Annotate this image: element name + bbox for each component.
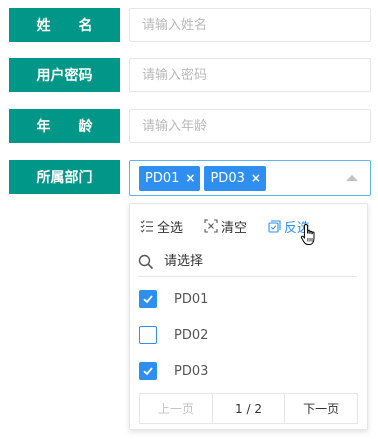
option-label: PD03 — [174, 363, 209, 379]
age-input[interactable] — [129, 109, 371, 143]
tag-label: PD01 — [145, 170, 180, 186]
list-item[interactable]: PD02 — [139, 325, 208, 345]
department-select[interactable]: PD01 × PD03 × — [129, 160, 371, 196]
department-label: 所属部门 — [9, 160, 120, 194]
clear-label: 清空 — [221, 220, 248, 236]
option-label: PD01 — [174, 291, 209, 307]
selected-tag: PD03 × — [204, 165, 266, 191]
age-label-char-2: 龄 — [78, 119, 93, 135]
caret-up-icon[interactable] — [346, 175, 358, 181]
checkbox[interactable] — [139, 290, 157, 308]
name-input[interactable] — [129, 8, 371, 42]
prev-page-button[interactable]: 上一页 — [140, 394, 213, 423]
checkmark-icon — [143, 367, 153, 376]
checkbox[interactable] — [139, 326, 157, 344]
pagination: 上一页 1 / 2 下一页 — [139, 393, 358, 424]
hand-pointer-icon — [300, 223, 315, 245]
age-label-char-1: 年 — [36, 119, 51, 135]
option-label: PD02 — [174, 327, 209, 343]
select-all-label: 全选 — [157, 220, 184, 236]
name-label-char-2: 名 — [78, 18, 93, 34]
password-label: 用户密码 — [9, 58, 120, 92]
selected-tag: PD01 × — [139, 165, 201, 191]
tag-remove-icon[interactable]: × — [185, 171, 195, 185]
checkmark-icon — [143, 295, 153, 304]
dropdown-toolbar: 全选 清空 反选 — [130, 216, 367, 236]
dropdown-search — [138, 247, 357, 277]
list-item[interactable]: PD03 — [139, 361, 208, 381]
select-all-button[interactable]: 全选 — [140, 216, 183, 236]
name-label: 姓 名 — [9, 8, 120, 42]
checklist-icon — [140, 220, 153, 233]
name-label-char-1: 姓 — [36, 18, 51, 34]
tag-label: PD03 — [210, 170, 245, 186]
clear-button[interactable]: 清空 — [204, 216, 247, 236]
inverse-icon — [268, 219, 281, 233]
department-dropdown: 全选 清空 反选 PD01 — [129, 203, 368, 430]
checkbox[interactable] — [139, 362, 157, 380]
search-icon — [138, 254, 154, 269]
list-item[interactable]: PD01 — [139, 289, 208, 309]
clear-icon — [204, 219, 218, 233]
tag-remove-icon[interactable]: × — [251, 171, 261, 185]
next-page-button[interactable]: 下一页 — [285, 394, 357, 423]
password-input[interactable] — [129, 58, 371, 92]
page-indicator: 1 / 2 — [213, 394, 286, 423]
search-input[interactable] — [164, 254, 344, 269]
age-label: 年 龄 — [9, 109, 120, 143]
